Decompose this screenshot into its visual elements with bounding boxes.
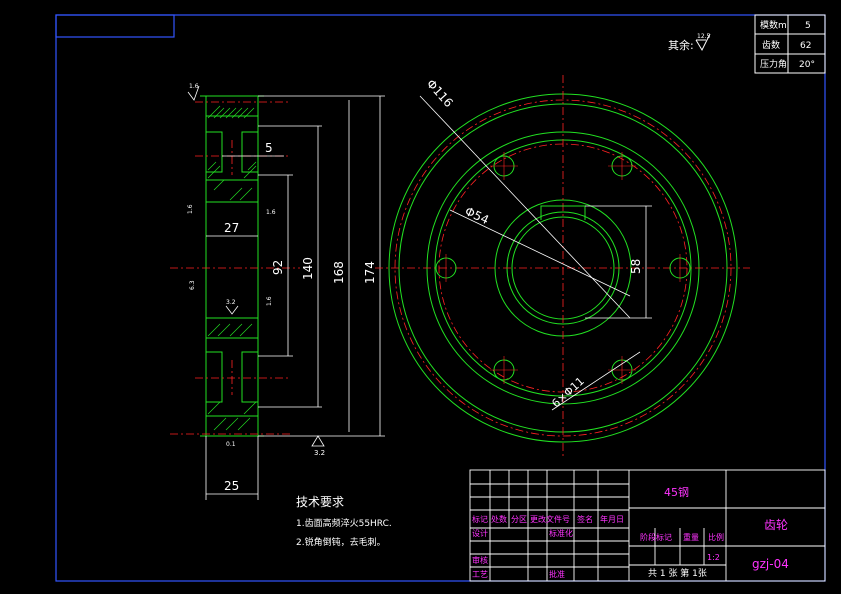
dim-58: 58: [629, 259, 643, 274]
gear-section-view: 5 27 92 140 168 174 25 1.6 1.6 1.6 3.2 1…: [170, 83, 385, 500]
pressure-angle-label: 压力角: [760, 58, 787, 70]
material-text: 45钢: [664, 486, 689, 499]
roughness-left-mid: 1.6: [187, 204, 194, 214]
roughness-bottom-left: 0.1: [226, 441, 236, 448]
teeth-value: 62: [800, 41, 811, 51]
part-name: 齿轮: [764, 518, 788, 532]
tech-line-1: 1.齿面高频淬火55HRC.: [296, 517, 392, 529]
title-block: 45钢 齿轮 gzj-04 1:2 共 1 张 第 1张 阶段标记 重量 比例 …: [469, 469, 826, 582]
dim-140: 140: [301, 257, 315, 280]
dim-holes: 6×Φ11: [549, 375, 587, 411]
col-zone: 分区: [511, 515, 527, 524]
col-mark: 标记: [472, 514, 488, 524]
tech-line-2: 2.锐角倒钝，去毛刺。: [296, 536, 386, 548]
module-label: 模数m: [760, 19, 787, 31]
dim-168: 168: [332, 261, 346, 284]
col-docno: 更改文件号: [530, 514, 570, 524]
weight-label: 重量: [683, 532, 699, 542]
col-count: 处数: [491, 514, 507, 524]
row-review: 审核: [472, 555, 488, 565]
col-date: 年月日: [600, 514, 624, 524]
dim-5: 5: [265, 141, 273, 155]
col-sign: 签名: [577, 514, 593, 524]
roughness-bottom-center: 3.2: [314, 449, 325, 457]
module-value: 5: [805, 21, 811, 31]
sheet-info: 共 1 张 第 1张: [648, 567, 707, 579]
engineering-drawing: 模数m 5 齿数 62 压力角 20° 其余: 12.5 5 27 92 140…: [55, 14, 826, 582]
dim-d54: Φ54: [463, 204, 491, 227]
gear-front-view: Φ116 Φ54 58 6×Φ11: [375, 75, 750, 458]
ratio-label: 比例: [708, 532, 724, 542]
pressure-angle-value: 20°: [799, 60, 815, 70]
roughness-small-b: 1.6: [266, 296, 273, 306]
roughness-small-right: 1.6: [266, 209, 276, 216]
roughness-note-label: 其余:: [668, 38, 694, 52]
roughness-top: 1.6: [189, 83, 199, 90]
dim-27: 27: [224, 221, 239, 235]
roughness-left-lower: 6.3: [189, 280, 196, 290]
roughness-small-a: 3.2: [226, 299, 236, 306]
row-std: 标准化: [549, 528, 573, 538]
scale-value: 1:2: [707, 553, 720, 562]
technical-requirements: 技术要求 1.齿面高频淬火55HRC. 2.锐角倒钝，去毛刺。: [296, 495, 392, 548]
dim-92: 92: [271, 260, 285, 275]
stage-mark-label: 阶段标记: [640, 532, 672, 542]
dim-174: 174: [363, 261, 377, 284]
roughness-note-value: 12.5: [697, 33, 711, 40]
teeth-label: 齿数: [762, 39, 780, 51]
dim-25: 25: [224, 479, 239, 493]
row-approve: 批准: [549, 569, 565, 579]
row-process: 工艺: [472, 570, 488, 579]
general-roughness-note: 其余: 12.5: [668, 33, 711, 52]
row-design: 设计: [472, 528, 488, 538]
drawing-number: gzj-04: [752, 557, 789, 571]
tech-title: 技术要求: [296, 495, 344, 509]
gear-parameter-table: 模数m 5 齿数 62 压力角 20°: [754, 14, 826, 74]
